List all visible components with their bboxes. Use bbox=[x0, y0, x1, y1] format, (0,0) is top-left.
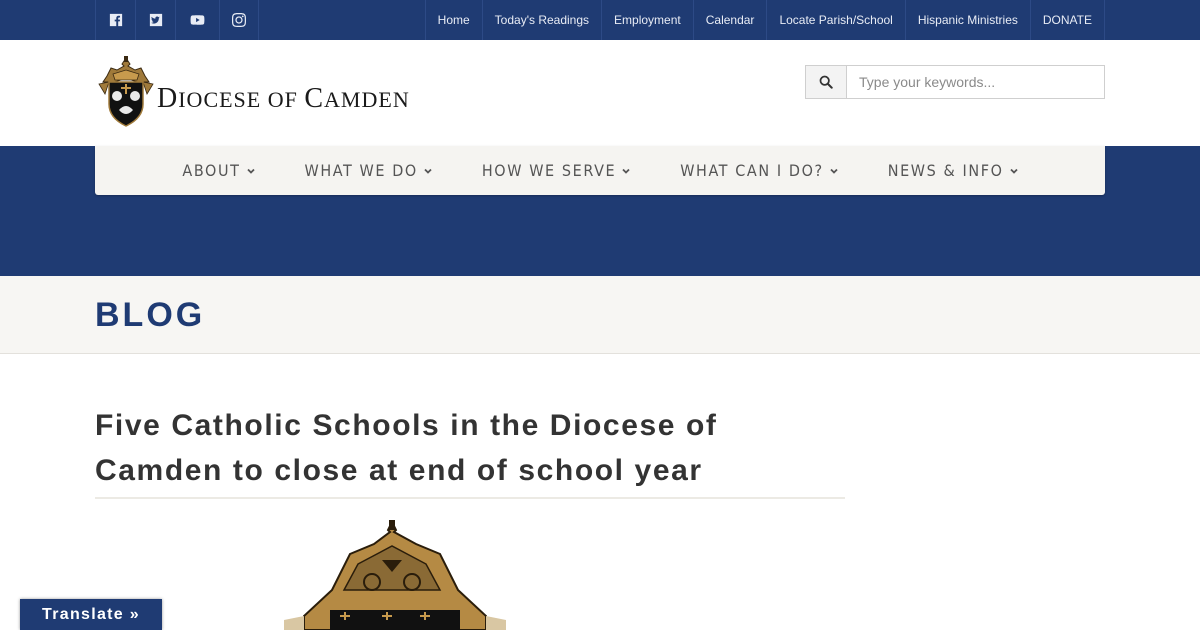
social-links bbox=[95, 0, 259, 40]
nav-news-info[interactable]: NEWS & INFO bbox=[888, 161, 1018, 180]
search-icon bbox=[819, 75, 833, 89]
article-divider bbox=[95, 497, 845, 499]
site-logo-text: DIOCESE OF CAMDEN bbox=[157, 83, 410, 115]
topnav-donate[interactable]: DONATE bbox=[1031, 0, 1105, 40]
site-logo[interactable]: DIOCESE OF CAMDEN bbox=[97, 56, 410, 128]
site-header: DIOCESE OF CAMDEN bbox=[0, 40, 1200, 146]
logo-initial-d: D bbox=[157, 83, 179, 114]
topnav-locate-parish-school[interactable]: Locate Parish/School bbox=[767, 0, 906, 40]
logo-word-amden: AMDEN bbox=[324, 87, 410, 112]
nav-what-we-do[interactable]: WHAT WE DO bbox=[305, 161, 432, 180]
topnav-employment[interactable]: Employment bbox=[602, 0, 694, 40]
top-navigation: Home Today's Readings Employment Calenda… bbox=[424, 0, 1105, 40]
nav-how-we-serve[interactable]: HOW WE SERVE bbox=[482, 161, 630, 180]
nav-news-info-label: NEWS & INFO bbox=[887, 161, 1004, 180]
youtube-link[interactable] bbox=[175, 0, 219, 40]
chevron-down-icon bbox=[246, 168, 255, 174]
topnav-home[interactable]: Home bbox=[426, 0, 483, 40]
nav-what-we-do-label: WHAT WE DO bbox=[304, 161, 418, 180]
nav-about[interactable]: ABOUT bbox=[182, 161, 255, 180]
article-featured-image bbox=[284, 520, 506, 630]
facebook-link[interactable] bbox=[95, 0, 135, 40]
chevron-down-icon bbox=[1009, 168, 1018, 174]
logo-initial-c: C bbox=[304, 83, 325, 114]
topnav-hispanic-ministries[interactable]: Hispanic Ministries bbox=[906, 0, 1031, 40]
topnav-todays-readings[interactable]: Today's Readings bbox=[483, 0, 603, 40]
nav-about-label: ABOUT bbox=[182, 161, 241, 180]
chevron-down-icon bbox=[830, 168, 838, 174]
nav-what-can-i-do[interactable]: WHAT CAN I DO? bbox=[680, 161, 838, 180]
page-title-bar: BLOG bbox=[0, 276, 1200, 354]
search-input[interactable] bbox=[847, 65, 1105, 99]
logo-word-iocese: IOCESE OF bbox=[178, 87, 305, 112]
search-button[interactable] bbox=[805, 65, 847, 99]
main-navigation: ABOUT WHAT WE DO HOW WE SERVE WHAT CAN I… bbox=[95, 146, 1105, 195]
nav-how-we-serve-label: HOW WE SERVE bbox=[481, 161, 617, 180]
instagram-icon bbox=[232, 13, 246, 27]
instagram-link[interactable] bbox=[219, 0, 259, 40]
nav-what-can-i-do-label: WHAT CAN I DO? bbox=[680, 161, 824, 180]
diocese-crest-icon bbox=[98, 56, 154, 127]
facebook-icon bbox=[109, 13, 122, 27]
top-utility-bar: Home Today's Readings Employment Calenda… bbox=[0, 0, 1200, 40]
youtube-icon bbox=[190, 15, 205, 25]
page-title: BLOG bbox=[95, 296, 206, 334]
search-box bbox=[805, 65, 1105, 99]
twitter-link[interactable] bbox=[135, 0, 175, 40]
article-title[interactable]: Five Catholic Schools in the Diocese of … bbox=[95, 403, 855, 493]
twitter-icon bbox=[149, 13, 162, 27]
chevron-down-icon bbox=[622, 168, 630, 174]
chevron-down-icon bbox=[424, 168, 432, 174]
topnav-calendar[interactable]: Calendar bbox=[694, 0, 768, 40]
translate-button[interactable]: Translate » bbox=[20, 599, 162, 630]
